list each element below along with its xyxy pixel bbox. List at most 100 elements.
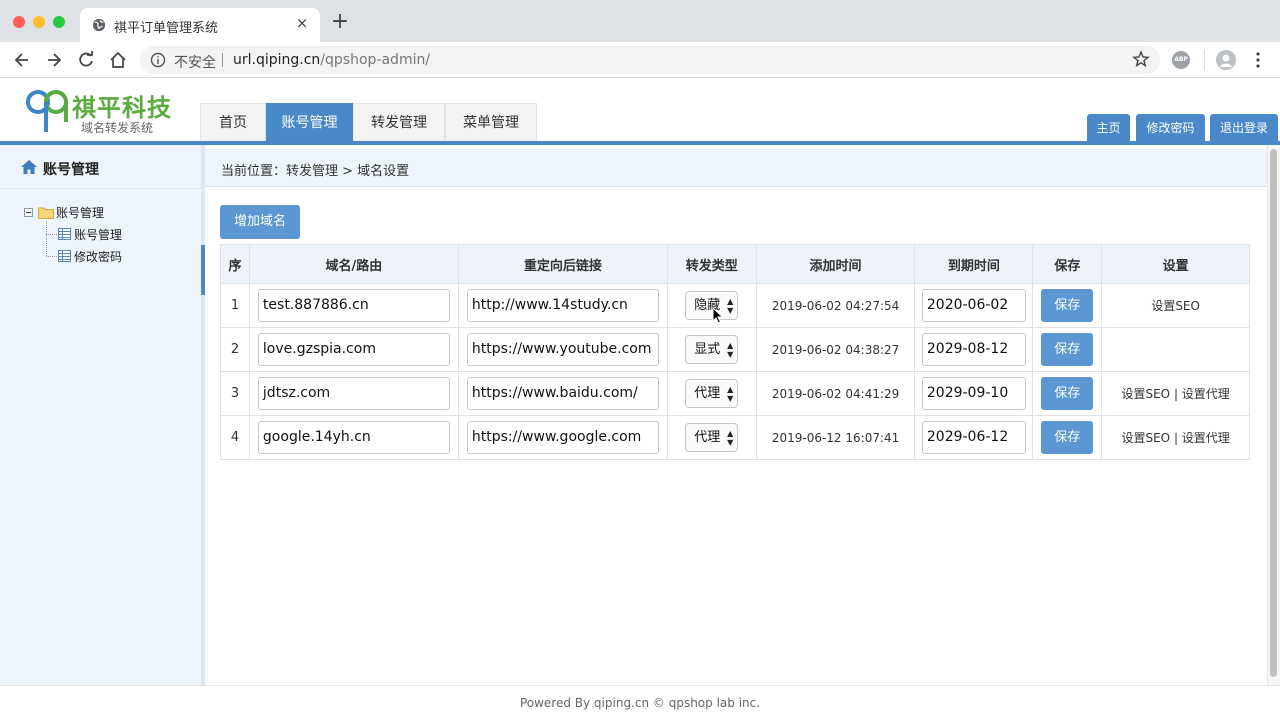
browser-menu-icon[interactable] [1250,50,1266,70]
set-seo-link[interactable]: 设置SEO [1151,299,1200,313]
col-header-save: 保存 [1032,244,1103,284]
tree-connector [46,234,57,235]
home-link-button[interactable]: 主页 [1087,114,1130,142]
sidebar-header: 账号管理 [0,145,201,189]
logo-title: 祺平科技 [72,94,172,122]
row-index: 2 [220,327,250,372]
select-arrows-icon: ▲ ▼ [727,341,734,359]
domain-input[interactable]: google.14yh.cn [257,421,450,454]
expire-date-input[interactable]: 2029-06-12 [921,421,1026,454]
main-content: 当前位置：转发管理 > 域名设置 增加域名 序 域名/路由 重定向后链接 转发类… [205,145,1267,685]
footer-text: Powered By qiping.cn © qpshop lab inc. [519,696,761,710]
maximize-window-button[interactable] [53,16,65,28]
link-separator: | [1170,387,1182,401]
set-seo-link[interactable]: 设置SEO [1121,387,1170,401]
info-icon[interactable] [150,52,166,68]
table-row: 1 test.887886.cn http://www.14study.cn 隐… [220,283,1250,328]
home-icon [21,160,37,174]
redirect-url-input[interactable]: https://www.google.com [466,421,659,454]
redirect-url-input[interactable]: https://www.baidu.com/ [466,377,659,410]
nav-account-management[interactable]: 账号管理 [266,103,353,141]
table-row: 3 jdtsz.com https://www.baidu.com/ 代理 ▲ ▼ … [220,371,1250,416]
col-header-index: 序 [220,244,250,284]
redirect-url-input[interactable]: http://www.14study.cn [466,289,659,322]
reload-icon[interactable] [76,50,96,70]
tree-root-label: 账号管理 [56,206,105,220]
change-password-button[interactable]: 修改密码 [1136,114,1205,142]
col-header-redirect: 重定向后链接 [457,244,668,284]
col-header-added-time: 添加时间 [755,244,916,284]
set-proxy-link[interactable]: 设置代理 [1182,431,1230,445]
table-header-row: 序 域名/路由 重定向后链接 转发类型 添加时间 到期时间 保存 设置 [220,244,1250,284]
added-time: 2019-06-02 04:41:29 [755,371,916,416]
table-row: 2 love.gzspia.com https://www.youtube.co… [220,327,1250,372]
expire-date-input[interactable]: 2029-08-12 [921,333,1026,366]
select-arrows-icon: ▲ ▼ [727,297,734,315]
col-header-expire-time: 到期时间 [914,244,1034,284]
tree-item-label: 账号管理 [74,228,123,242]
minimize-window-button[interactable] [33,16,45,28]
expire-date-input[interactable]: 2029-09-10 [921,377,1026,410]
app-header: 祺平科技 域名转发系统 首页 账号管理 转发管理 菜单管理 主页 修改密码 退出… [0,79,1280,145]
expire-date-input[interactable]: 2020-06-02 [921,289,1026,322]
adblock-extension-icon[interactable]: ABP [1172,51,1190,69]
back-arrow-icon[interactable] [12,50,32,70]
added-time: 2019-06-02 04:27:54 [755,283,916,328]
nav-home[interactable]: 首页 [200,103,266,141]
save-button[interactable]: 保存 [1041,333,1094,366]
breadcrumb: 当前位置：转发管理 > 域名设置 [221,164,410,179]
url-text[interactable]: url.qiping.cn/qpshop-admin/ [233,52,430,68]
close-window-button[interactable] [13,16,25,28]
table-icon [58,228,71,240]
tree-item-label: 修改密码 [74,250,123,264]
row-index: 1 [220,283,250,328]
globe-icon [92,18,106,32]
col-header-type: 转发类型 [666,244,757,284]
collapse-toggle-icon[interactable] [24,208,33,217]
domain-table: 序 域名/路由 重定向后链接 转发类型 添加时间 到期时间 保存 设置 1 te… [220,244,1250,460]
forward-arrow-icon[interactable] [44,50,64,70]
redirect-url-input[interactable]: https://www.youtube.com [466,333,659,366]
forward-type-value: 显式 [694,342,721,357]
tree-connector [46,221,47,256]
nav-forward-management[interactable]: 转发管理 [353,103,445,141]
add-domain-button[interactable]: 增加域名 [220,205,300,239]
save-button[interactable]: 保存 [1041,289,1094,322]
scrollbar-thumb[interactable] [1270,149,1277,677]
company-logo-icon [26,90,68,132]
tree-connector [46,256,57,257]
address-bar[interactable]: 不安全 url.qiping.cn/qpshop-admin/ [140,46,1160,74]
mouse-cursor-icon [712,307,724,324]
forward-type-select[interactable]: 代理 ▲ ▼ [685,423,739,452]
browser-tab-bar: 祺平订单管理系统 × + [0,0,1280,42]
select-arrows-icon: ▲ ▼ [727,385,734,403]
domain-input[interactable]: test.887886.cn [257,289,450,322]
sidebar: 账号管理 账号管理 账号管理 修改密码 [0,145,205,685]
set-proxy-link[interactable]: 设置代理 [1182,387,1230,401]
forward-type-value: 代理 [694,386,721,401]
domain-input[interactable]: love.gzspia.com [257,333,450,366]
browser-toolbar: 不安全 url.qiping.cn/qpshop-admin/ [0,42,1280,78]
nav-menu-management[interactable]: 菜单管理 [445,103,537,141]
home-icon[interactable] [108,50,128,70]
bookmark-star-icon[interactable] [1132,50,1150,68]
added-time: 2019-06-12 16:07:41 [755,415,916,460]
domain-input[interactable]: jdtsz.com [257,377,450,410]
browser-tab[interactable]: 祺平订单管理系统 × [80,8,320,42]
row-index: 4 [220,415,250,460]
profile-avatar-icon[interactable] [1216,50,1236,70]
link-separator: | [1170,431,1182,445]
forward-type-select[interactable]: 显式 ▲ ▼ [685,335,739,364]
folder-icon [38,207,54,219]
save-button[interactable]: 保存 [1041,377,1094,410]
set-seo-link[interactable]: 设置SEO [1121,431,1170,445]
tab-title: 祺平订单管理系统 [114,21,219,36]
save-button[interactable]: 保存 [1041,421,1094,454]
vertical-scrollbar[interactable] [1267,145,1280,685]
tab-close-icon[interactable]: × [294,15,310,31]
logout-button[interactable]: 退出登录 [1210,114,1278,142]
new-tab-button[interactable]: + [330,11,350,33]
col-header-settings: 设置 [1101,244,1250,284]
added-time: 2019-06-02 04:38:27 [755,327,916,372]
forward-type-select[interactable]: 代理 ▲ ▼ [685,379,739,408]
